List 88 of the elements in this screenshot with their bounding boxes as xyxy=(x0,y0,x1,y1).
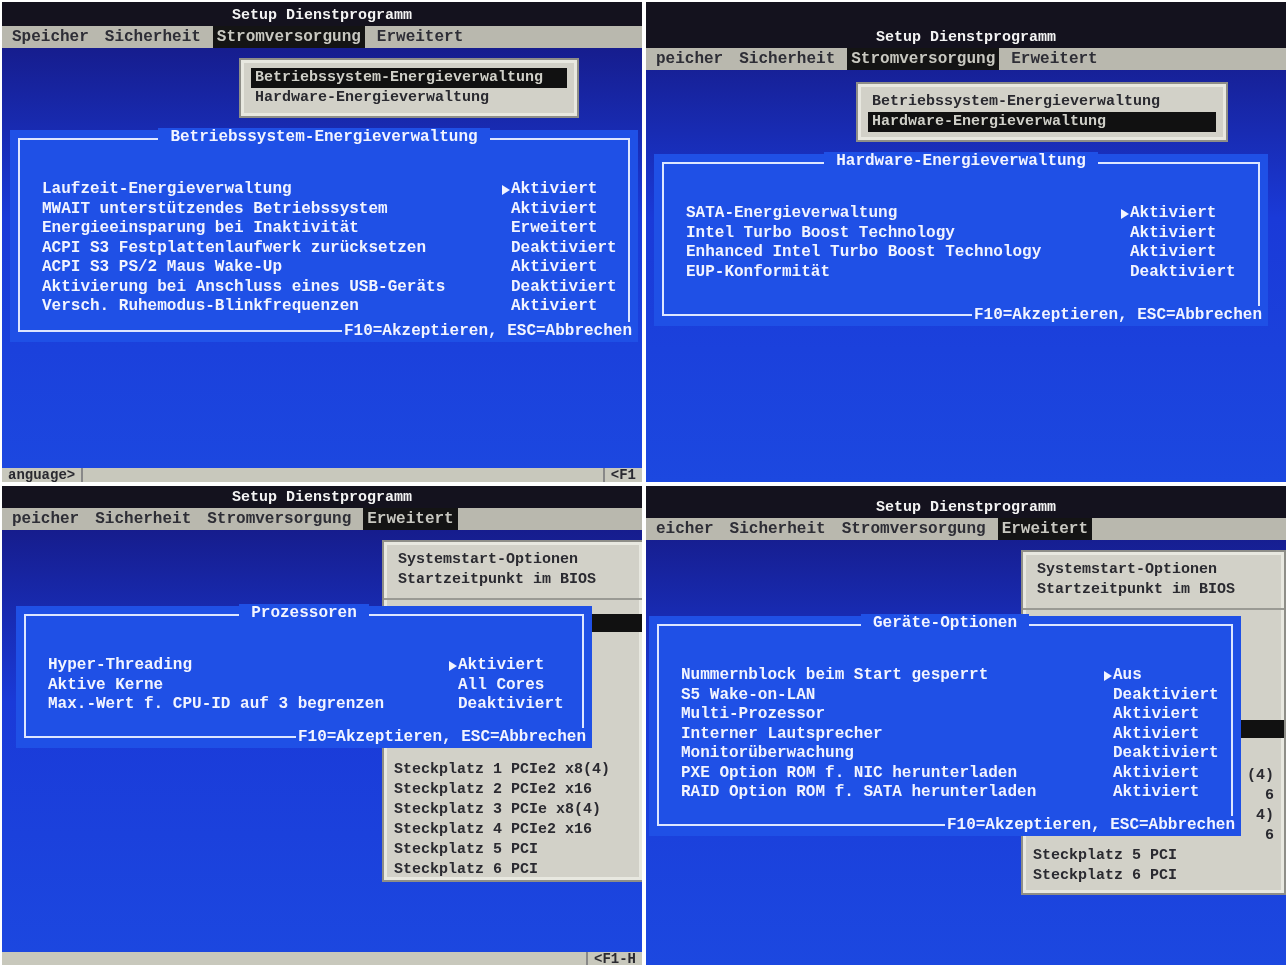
submenu-item[interactable]: Hardware-Energieverwaltung xyxy=(868,112,1216,132)
submenu-item[interactable]: Systemstart-Optionen xyxy=(1033,560,1274,580)
menu-tab[interactable]: Sicherheit xyxy=(735,48,840,70)
setting-value[interactable]: Aktiviert xyxy=(1113,705,1219,725)
setting-value[interactable]: Erweitert xyxy=(511,219,617,239)
submenu-item[interactable]: Steckplatz 5 PCI xyxy=(1033,846,1274,866)
key-hint: F10=Akzeptieren, ESC=Abbrechen xyxy=(944,816,1235,835)
setting-label: ACPI S3 Festplattenlaufwerk zurücksetzen xyxy=(42,238,428,258)
setting-label: Max.-Wert f. CPU-ID auf 3 begrenzen xyxy=(48,695,386,715)
submenu-item[interactable]: Steckplatz 6 PCI xyxy=(1033,866,1274,886)
status-text: <F1-H xyxy=(586,952,642,965)
setting-label: Intel Turbo Boost Technology xyxy=(686,223,956,243)
setting-label: Nummernblock beim Start gesperrt xyxy=(681,666,990,686)
setting-label: Multi-Prozessor xyxy=(681,705,827,725)
menu-tab[interactable]: Sicherheit xyxy=(725,518,830,540)
status-text: <F1 xyxy=(602,468,642,482)
setting-value[interactable]: Deaktiviert xyxy=(511,277,617,297)
submenu-item[interactable]: Steckplatz 4 PCIe2 x16 xyxy=(394,820,632,840)
setting-value[interactable]: Deaktiviert xyxy=(1113,744,1219,764)
menu-tab[interactable]: Erweitert xyxy=(997,518,1093,540)
setting-label: MWAIT unterstützendes Betriebssystem xyxy=(42,199,389,219)
menu-tab[interactable]: Stromversorgung xyxy=(203,508,356,530)
menu-tab[interactable]: Stromversorgung xyxy=(847,48,1000,70)
dialog-title: Betriebssystem-Energieverwaltung xyxy=(158,128,490,147)
submenu-item[interactable]: Steckplatz 2 PCIe2 x16 xyxy=(394,780,632,800)
submenu-item[interactable]: Betriebssystem-Energieverwaltung xyxy=(251,68,567,88)
screen-title: Setup Dienstprogramm xyxy=(2,2,642,26)
menu-tab[interactable]: Sicherheit xyxy=(100,26,205,48)
screen-title: Setup Dienstprogramm xyxy=(2,486,642,508)
setting-value[interactable]: Aktiviert xyxy=(458,656,564,676)
submenu-item[interactable]: Systemstart-Optionen xyxy=(394,550,632,570)
menu-tab[interactable]: peicher xyxy=(8,508,84,530)
submenu-item[interactable]: Steckplatz 3 PCIe x8(4) xyxy=(394,800,632,820)
key-hint: F10=Akzeptieren, ESC=Abbrechen xyxy=(341,322,632,341)
setting-label: Versch. Ruhemodus-Blinkfrequenzen xyxy=(42,297,360,317)
submenu-item[interactable]: Startzeitpunkt im BIOS xyxy=(1033,580,1274,600)
menu-tab[interactable]: Erweitert xyxy=(372,26,468,48)
status-text: anguage> xyxy=(2,468,84,482)
setting-value[interactable]: Aktiviert xyxy=(511,180,617,200)
menu-tab[interactable]: Erweitert xyxy=(363,508,458,530)
dialog-title: Geräte-Optionen xyxy=(861,614,1029,633)
setting-value[interactable]: Aktiviert xyxy=(1113,763,1219,783)
screen-title: Setup Dienstprogramm xyxy=(646,2,1286,48)
setting-label: Energieeinsparung bei Inaktivität xyxy=(42,219,360,239)
setting-value[interactable]: Deaktiviert xyxy=(1130,262,1236,282)
key-hint: F10=Akzeptieren, ESC=Abbrechen xyxy=(971,306,1262,325)
dialog-title: Hardware-Energieverwaltung xyxy=(824,152,1098,171)
setting-value[interactable]: Aktiviert xyxy=(1130,204,1236,224)
setting-value[interactable]: Aktiviert xyxy=(511,297,617,317)
menu-tab[interactable]: Stromversorgung xyxy=(212,26,365,48)
submenu-item[interactable]: Steckplatz 5 PCI xyxy=(394,840,632,860)
setting-value[interactable]: Aktiviert xyxy=(511,258,617,278)
setting-label: RAID Option ROM f. SATA herunterladen xyxy=(681,783,1038,803)
setting-value[interactable]: Deaktiviert xyxy=(511,238,617,258)
setting-value[interactable]: Aktiviert xyxy=(1113,783,1219,803)
setting-value[interactable]: Aktiviert xyxy=(1130,243,1236,263)
menu-tab[interactable]: Stromversorgung xyxy=(837,518,990,540)
menu-tab[interactable]: Speicher xyxy=(8,26,93,48)
setting-value[interactable]: Aktiviert xyxy=(1130,223,1236,243)
setting-label: Aktivierung bei Anschluss eines USB-Geräts xyxy=(42,277,447,297)
setting-label: Monitorüberwachung xyxy=(681,744,855,764)
setting-label: S5 Wake-on-LAN xyxy=(681,685,817,705)
setting-label: PXE Option ROM f. NIC herunterladen xyxy=(681,763,1019,783)
submenu-item[interactable]: Steckplatz 6 PCI xyxy=(394,860,632,880)
setting-value[interactable]: Aktiviert xyxy=(511,199,617,219)
setting-value[interactable]: Aus xyxy=(1113,666,1219,686)
submenu-item[interactable]: Startzeitpunkt im BIOS xyxy=(394,570,632,590)
setting-label: Hyper-Threading xyxy=(48,656,194,676)
menu-tab[interactable]: peicher xyxy=(652,48,728,70)
setting-value[interactable]: All Cores xyxy=(458,675,564,695)
menu-tab[interactable]: Sicherheit xyxy=(91,508,196,530)
screen-title: Setup Dienstprogramm xyxy=(646,486,1286,518)
setting-label: Aktive Kerne xyxy=(48,675,165,695)
setting-label: SATA-Energieverwaltung xyxy=(686,204,899,224)
key-hint: F10=Akzeptieren, ESC=Abbrechen xyxy=(295,728,586,747)
setting-label: Interner Lautsprecher xyxy=(681,724,884,744)
setting-label: Enhanced Intel Turbo Boost Technology xyxy=(686,243,1043,263)
setting-label: EUP-Konformität xyxy=(686,262,832,282)
setting-label: Laufzeit-Energieverwaltung xyxy=(42,180,293,200)
submenu-item[interactable]: Betriebssystem-Energieverwaltung xyxy=(868,92,1216,112)
menu-tab[interactable]: eicher xyxy=(652,518,718,540)
setting-value[interactable]: Deaktiviert xyxy=(1113,685,1219,705)
menu-tab[interactable]: Erweitert xyxy=(1007,48,1102,70)
setting-value[interactable]: Aktiviert xyxy=(1113,724,1219,744)
setting-value[interactable]: Deaktiviert xyxy=(458,695,564,715)
setting-label: ACPI S3 PS/2 Maus Wake-Up xyxy=(42,258,284,278)
submenu-item[interactable]: Steckplatz 1 PCIe2 x8(4) xyxy=(394,760,632,780)
submenu-item[interactable]: Hardware-Energieverwaltung xyxy=(251,88,567,108)
